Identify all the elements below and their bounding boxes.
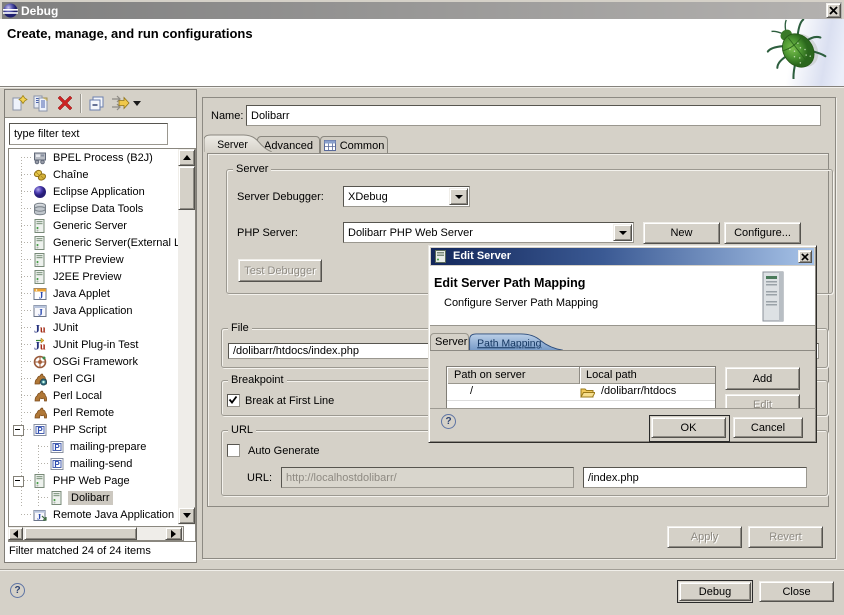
svg-text:Path Mapping: Path Mapping [477, 338, 541, 349]
svg-text:Server: Server [217, 139, 248, 151]
